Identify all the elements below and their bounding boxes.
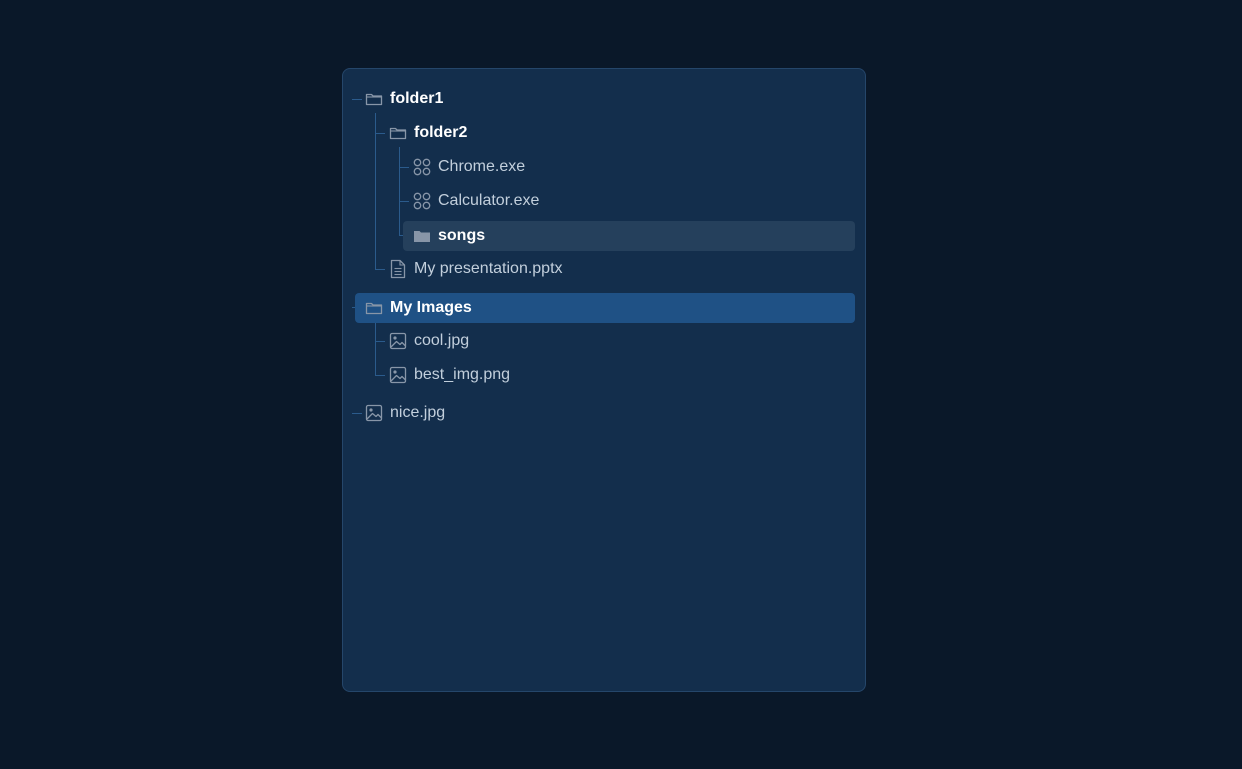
tree-item-label: best_img.png <box>414 366 511 383</box>
tree-line <box>399 167 409 168</box>
tree-item-label: Chrome.exe <box>438 158 526 175</box>
tree-item-my-images[interactable]: My Images <box>355 293 855 323</box>
document-icon <box>388 259 408 279</box>
tree-item-folder1[interactable]: folder1 <box>363 84 843 114</box>
tree-item-songs[interactable]: songs <box>403 221 855 251</box>
tree-line <box>352 413 362 414</box>
tree-line <box>375 269 385 270</box>
tree-line <box>352 99 362 100</box>
tree-item-calculator[interactable]: Calculator.exe <box>411 186 843 216</box>
tree-item-presentation[interactable]: My presentation.pptx <box>387 254 843 284</box>
tree-item-nice[interactable]: nice.jpg <box>363 398 843 428</box>
tree-line <box>375 375 385 376</box>
tree-item-label: My presentation.pptx <box>414 260 563 277</box>
tree-line <box>399 201 409 202</box>
folder-outline-icon <box>364 298 384 318</box>
tree-item-label: cool.jpg <box>414 332 470 349</box>
tree-item-chrome[interactable]: Chrome.exe <box>411 152 843 182</box>
tree-item-label: My Images <box>390 299 472 316</box>
file-tree-panel: folder1 folder2 Chrome.exe Calculator.ex… <box>342 68 866 692</box>
tree-item-label: folder2 <box>414 124 468 141</box>
tree-item-label: Calculator.exe <box>438 192 540 209</box>
image-icon <box>388 331 408 351</box>
tree-line <box>375 321 376 376</box>
tree-line <box>399 147 400 236</box>
app-grid-icon <box>412 157 432 177</box>
tree-line <box>375 133 385 134</box>
folder-filled-icon <box>412 226 432 246</box>
tree-item-label: folder1 <box>390 90 444 107</box>
image-icon <box>364 403 384 423</box>
app-grid-icon <box>412 191 432 211</box>
tree-item-cool[interactable]: cool.jpg <box>387 326 843 356</box>
image-icon <box>388 365 408 385</box>
tree-item-label: songs <box>438 227 486 244</box>
folder-outline-icon <box>364 89 384 109</box>
tree-line <box>375 341 385 342</box>
tree-item-best-img[interactable]: best_img.png <box>387 360 843 390</box>
tree-item-label: nice.jpg <box>390 404 446 421</box>
folder-outline-icon <box>388 123 408 143</box>
tree-line <box>375 113 376 270</box>
tree-item-folder2[interactable]: folder2 <box>387 118 843 148</box>
